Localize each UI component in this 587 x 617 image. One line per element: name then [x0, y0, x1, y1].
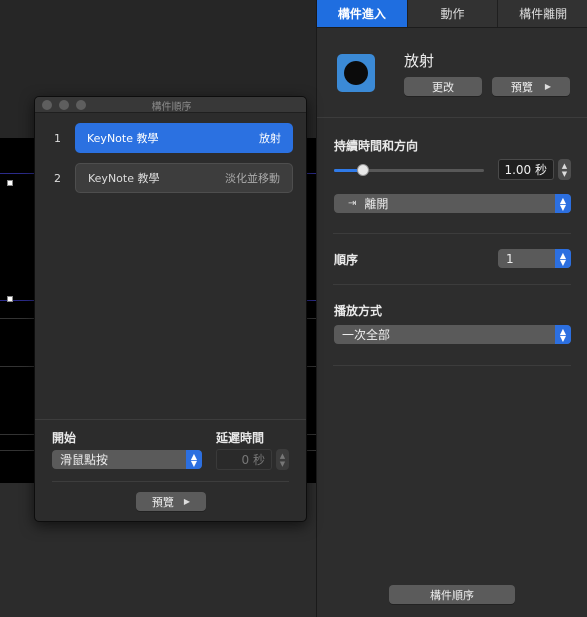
- preview-effect-button[interactable]: 預覽 ▶: [492, 77, 570, 96]
- selection-handle[interactable]: [7, 296, 13, 302]
- order-value: 1: [506, 251, 514, 266]
- direction-select[interactable]: ⇥ 離開 ▲ ▼: [334, 194, 571, 213]
- stepper-up-icon: ▲: [279, 451, 286, 460]
- order-label: 順序: [334, 253, 359, 267]
- selection-handle[interactable]: [7, 180, 13, 186]
- play-icon: ▶: [183, 497, 191, 506]
- effect-name: 放射: [404, 52, 435, 70]
- divider: [333, 284, 571, 285]
- direction-value: 離開: [364, 197, 389, 211]
- chevron-updown-icon: ▲ ▼: [555, 325, 571, 344]
- window-title: 構件順序: [151, 102, 192, 113]
- stepper-down-icon: ▼: [561, 169, 568, 178]
- duration-value: 1.00 秒: [504, 163, 547, 177]
- divider: [52, 481, 289, 482]
- stepper-up-icon: ▲: [561, 161, 568, 170]
- order-select[interactable]: 1 ▲ ▼: [498, 249, 571, 268]
- build-item-name: KeyNote 教學: [88, 172, 160, 185]
- duration-field[interactable]: 1.00 秒: [498, 159, 554, 180]
- divider: [333, 233, 571, 234]
- delivery-value: 一次全部: [342, 328, 391, 342]
- chevron-updown-icon: ▲ ▼: [555, 194, 571, 213]
- build-item-effect: 淡化並移動: [225, 172, 280, 185]
- divider: [35, 419, 306, 420]
- start-select[interactable]: 滑鼠點按 ▲ ▼: [52, 450, 202, 469]
- preview-effect-label: 預覽: [510, 80, 533, 94]
- delivery-label: 播放方式: [334, 304, 383, 318]
- start-label: 開始: [52, 431, 77, 445]
- preview-build-button[interactable]: 預覽 ▶: [136, 492, 206, 511]
- build-order-window: 構件順序 1 KeyNote 教學 放射 2 KeyNote 教學 淡化並移動 …: [34, 96, 307, 522]
- exit-arrow-icon: ⇥: [348, 198, 357, 209]
- build-item-effect: 放射: [259, 132, 281, 145]
- change-effect-button[interactable]: 更改: [404, 77, 482, 96]
- build-item-name: KeyNote 教學: [87, 132, 159, 145]
- build-order-button[interactable]: 構件順序: [389, 585, 515, 604]
- tab-build-out[interactable]: 構件離開: [498, 0, 587, 27]
- inspector-tabs: 構件進入 動作 構件離開: [317, 0, 587, 28]
- delay-label: 延遲時間: [216, 431, 265, 445]
- window-titlebar[interactable]: 構件順序: [35, 97, 306, 113]
- play-icon: ▶: [544, 82, 552, 91]
- chevron-updown-icon: ▲ ▼: [186, 450, 202, 469]
- start-value: 滑鼠點按: [60, 453, 109, 467]
- build-order-label: 構件順序: [430, 588, 474, 602]
- delay-stepper[interactable]: ▲ ▼: [276, 449, 289, 470]
- divider: [333, 365, 571, 366]
- build-order-item[interactable]: KeyNote 教學 淡化並移動: [75, 163, 293, 193]
- delay-field[interactable]: 0 秒: [216, 449, 272, 470]
- duration-stepper[interactable]: ▲ ▼: [558, 159, 571, 180]
- delay-value: 0 秒: [241, 453, 265, 467]
- tab-build-in[interactable]: 構件進入: [317, 0, 408, 27]
- tab-action[interactable]: 動作: [408, 0, 499, 27]
- divider: [317, 117, 587, 118]
- effect-thumbnail-icon: [337, 54, 375, 92]
- animate-inspector: 構件進入 動作 構件離開 放射 更改 預覽 ▶ 持續時間和方向 1.00 秒 ▲…: [316, 0, 587, 617]
- order-index: 2: [54, 172, 61, 185]
- delivery-select[interactable]: 一次全部 ▲ ▼: [334, 325, 571, 344]
- duration-label: 持續時間和方向: [334, 139, 419, 153]
- chevron-updown-icon: ▲ ▼: [555, 249, 571, 268]
- stepper-down-icon: ▼: [279, 459, 286, 468]
- build-order-item[interactable]: KeyNote 教學 放射: [75, 123, 293, 153]
- duration-slider-knob[interactable]: [356, 164, 369, 176]
- preview-build-label: 預覽: [151, 495, 174, 509]
- order-index: 1: [54, 132, 61, 145]
- change-effect-label: 更改: [432, 80, 454, 94]
